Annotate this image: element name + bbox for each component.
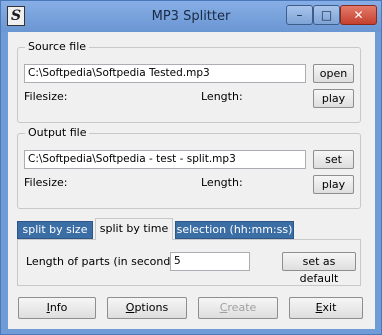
parts-length-label: Length of parts (in seconds): [26,255,185,268]
exit-button-label-rest: xit [322,301,337,314]
output-path-field[interactable]: C:\Softpedia\Softpedia - test - split.mp… [24,150,306,169]
exit-button[interactable]: Exit [289,297,363,319]
close-button[interactable]: ✕ [340,5,377,25]
split-by-time-panel: Length of parts (in seconds): 5 set as d… [17,239,361,286]
tab-split-by-size[interactable]: split by size [17,221,93,239]
parts-length-input[interactable]: 5 [170,252,250,271]
tab-split-by-time[interactable]: split by time [95,218,173,240]
output-file-group: Output file C:\Softpedia\Softpedia - tes… [17,126,361,209]
maximize-button[interactable]: □ [313,5,340,25]
set-as-default-button[interactable]: set as default [282,252,356,285]
output-file-group-label: Output file [25,126,90,139]
output-length-label: Length: [201,176,243,189]
create-button-label-rest: reate [227,301,257,314]
exit-button-accelerator: E [315,301,323,314]
source-play-button[interactable]: play [313,89,354,108]
client-area: Source file C:\Softpedia\Softpedia Teste… [8,32,375,329]
minimize-button[interactable]: – [286,5,313,25]
split-mode-tabs: split by size split by time selection (h… [17,218,361,240]
open-button[interactable]: open [313,64,354,83]
source-filesize-label: Filesize: [24,90,68,103]
app-window: S MP3 Splitter – □ ✕ Source file C:\Soft… [0,0,382,335]
info-button[interactable]: Info [18,297,96,319]
tab-selection[interactable]: selection (hh:mm:ss) [175,221,294,239]
info-button-label-rest: nfo [49,301,68,314]
source-file-group-label: Source file [25,40,90,53]
output-filesize-label: Filesize: [24,176,68,189]
output-play-button[interactable]: play [313,175,354,194]
options-button[interactable]: Options [107,297,187,319]
options-button-label-rest: ptions [134,301,169,314]
set-output-button[interactable]: set [313,150,354,169]
source-file-group: Source file C:\Softpedia\Softpedia Teste… [17,40,361,123]
title-bar[interactable]: S MP3 Splitter – □ ✕ [1,1,381,32]
create-button[interactable]: Create [198,297,278,319]
source-length-label: Length: [201,90,243,103]
source-path-field[interactable]: C:\Softpedia\Softpedia Tested.mp3 [24,64,306,83]
